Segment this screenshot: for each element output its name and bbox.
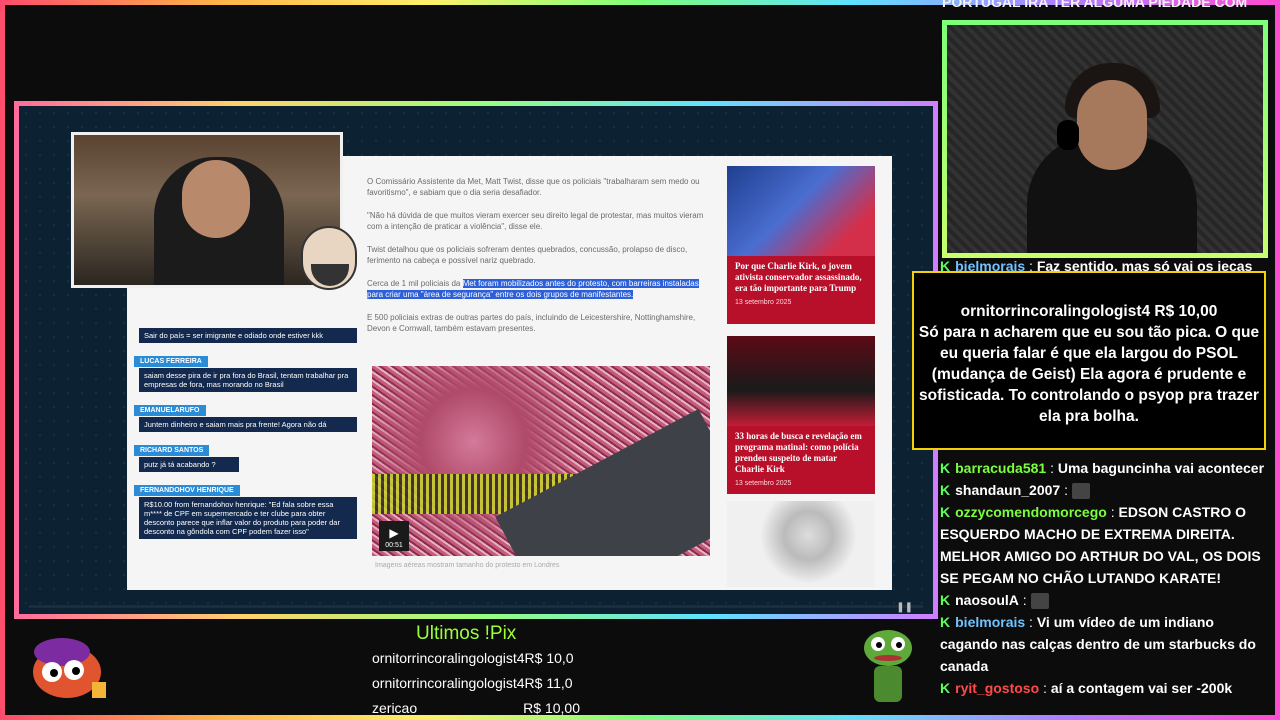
main-stream-inner: O Comissário Assistente da Met, Matt Twi… — [19, 106, 933, 614]
pix-list: ornitorrincoralingologist4R$ 10,0 ornito… — [372, 646, 580, 720]
chat-username[interactable]: bielmorais — [955, 614, 1025, 630]
chat-line: Kryit_gostoso : aí a contagem vai ser -2… — [940, 680, 1233, 696]
pix-amount: R$ 10,00 — [523, 700, 580, 716]
article-paragraph: E 500 policiais extras de outras partes … — [367, 313, 696, 333]
related-article-image — [727, 501, 875, 587]
chat-line: Kbarracuda581 : Uma baguncinha vai acont… — [940, 460, 1265, 476]
chat-message: Uma baguncinha vai acontecer — [1057, 460, 1265, 476]
kick-icon: K — [940, 592, 951, 608]
chat-username[interactable]: ozzycomendomorcego — [955, 504, 1107, 520]
pix-title: Ultimos !Pix — [416, 623, 517, 644]
kick-icon: K — [940, 504, 951, 520]
article-paragraph: Twist detalhou que os policiais sofreram… — [367, 245, 688, 265]
protest-video[interactable]: ▶ 00:51 — [372, 366, 710, 556]
related-article-date: 13 setembro 2025 — [735, 299, 792, 306]
overlay-chat-message: EMANUELARUFO Juntem dinheiro e saiam mai… — [134, 399, 364, 432]
overlay-chat-message: FERNANDOHOV HENRIQUE R$10.00 from fernan… — [134, 479, 364, 539]
streamer-webcam — [942, 20, 1268, 258]
emote-icon — [1071, 483, 1090, 500]
kick-icon: K — [940, 460, 951, 476]
pepe-frog-icon — [864, 630, 912, 702]
kick-icon: K — [940, 614, 951, 630]
pix-row: ornitorrincoralingologist4R$ 11,0 — [372, 671, 580, 696]
donation-message: Só para n acharem que eu sou tão pica. O… — [918, 324, 1260, 425]
related-article-card[interactable]: 33 horas de busca e revelação em program… — [727, 336, 875, 494]
main-stream-panel: O Comissário Assistente da Met, Matt Twi… — [14, 101, 938, 619]
overlay-chat-username: LUCAS FERREIRA — [134, 356, 208, 367]
video-time: 00:51 — [385, 542, 403, 549]
article-body: O Comissário Assistente da Met, Matt Twi… — [367, 156, 712, 346]
play-button[interactable]: ▶ 00:51 — [379, 521, 409, 551]
overlay-chat: Sair do país = ser imigrante e odiado on… — [134, 328, 364, 546]
article-highlight-paragraph: Cerca de 1 mil policiais da Met foram mo… — [367, 278, 712, 300]
kick-icon: K — [940, 482, 951, 498]
pause-icon[interactable]: ❚❚ — [896, 602, 913, 613]
streamer-webcam-feed — [947, 25, 1263, 253]
streamer-face — [1077, 80, 1147, 170]
donation-header: ornitorrincoralingologist4 R$ 10,00 — [960, 303, 1218, 320]
related-article-title[interactable]: Por que Charlie Kirk, o jovem ativista c… — [727, 256, 875, 299]
article-paragraph: O Comissário Assistente da Met, Matt Twi… — [367, 177, 700, 197]
chat-username[interactable]: barracuda581 — [955, 460, 1046, 476]
chat-username[interactable]: naosoulA — [955, 592, 1019, 608]
related-article-image — [727, 336, 875, 426]
pix-row: ornitorrincoralingologist4R$ 10,0 — [372, 646, 580, 671]
chat-line: Kshandaun_2007 : — [940, 479, 1270, 501]
donation-alert: ornitorrincoralingologist4 R$ 10,00 Só p… — [912, 271, 1266, 450]
chat-username[interactable]: ryit_gostoso — [955, 680, 1039, 696]
article-paragraph: "Não há dúvida de que muitos vieram exer… — [367, 211, 704, 231]
related-article-card[interactable] — [727, 501, 875, 587]
overlay-chat-text: Sair do país = ser imigrante e odiado on… — [139, 328, 357, 343]
microphone-icon — [1057, 120, 1079, 150]
emote-icon — [1030, 593, 1049, 610]
chat-username[interactable]: shandaun_2007 — [955, 482, 1060, 498]
chat-message: aí a contagem vai ser -200k — [1050, 680, 1233, 696]
overlay-chat-text: putz já tá acabando ? — [139, 457, 239, 472]
overlay-chat-text: saiam desse pira de ir pra fora do Brasi… — [139, 368, 357, 392]
related-article-date: 13 setembro 2025 — [735, 480, 792, 487]
guest-face — [182, 160, 250, 238]
mascot-left-icon — [33, 638, 106, 698]
pix-donor: ornitorrincoralingologist4R$ 11,0 — [372, 675, 573, 691]
video-scrubber[interactable] — [29, 605, 923, 608]
overlay-chat-text: R$10.00 from fernandohov henrique: "Ed f… — [139, 497, 357, 539]
pix-donor: ornitorrincoralingologist4R$ 10,0 — [372, 650, 574, 666]
cartoon-avatar — [301, 226, 357, 290]
overlay-chat-username: RICHARD SANTOS — [134, 445, 210, 456]
play-icon: ▶ — [389, 526, 399, 540]
related-article-title[interactable]: 33 horas de busca e revelação em program… — [727, 426, 875, 480]
article-highlight-pre: Cerca de 1 mil policiais da — [367, 279, 463, 288]
chat-line: KnaosoulA : — [940, 589, 1270, 611]
chat-line: Kozzycomendomorcego : EDSON CASTRO O ESQ… — [940, 504, 1261, 586]
related-article-image — [727, 166, 875, 256]
related-article-card[interactable]: Por que Charlie Kirk, o jovem ativista c… — [727, 166, 875, 324]
overlay-chat-text: Juntem dinheiro e saiam mais pra frente!… — [139, 417, 357, 432]
chat-line: Kbielmorais : Vi um vídeo de um indiano … — [940, 614, 1256, 674]
top-ticker: PORTUGAL IRÁ TER ALGUMA PIEDADE COM — [942, 0, 1248, 10]
video-caption: Imagens aéreas mostram tamanho do protes… — [375, 562, 560, 569]
kick-icon: K — [940, 680, 951, 696]
overlay-chat-message: RICHARD SANTOS putz já tá acabando ? — [134, 439, 364, 472]
pix-row: zericao R$ 10,00 — [372, 696, 580, 720]
pix-donor: zericao — [372, 700, 418, 716]
overlay-chat-message: Sair do país = ser imigrante e odiado on… — [134, 328, 364, 343]
overlay-chat-username: EMANUELARUFO — [134, 405, 206, 416]
overlay-chat-message: LUCAS FERREIRA saiam desse pira de ir pr… — [134, 350, 364, 392]
overlay-chat-username: FERNANDOHOV HENRIQUE — [134, 485, 240, 496]
